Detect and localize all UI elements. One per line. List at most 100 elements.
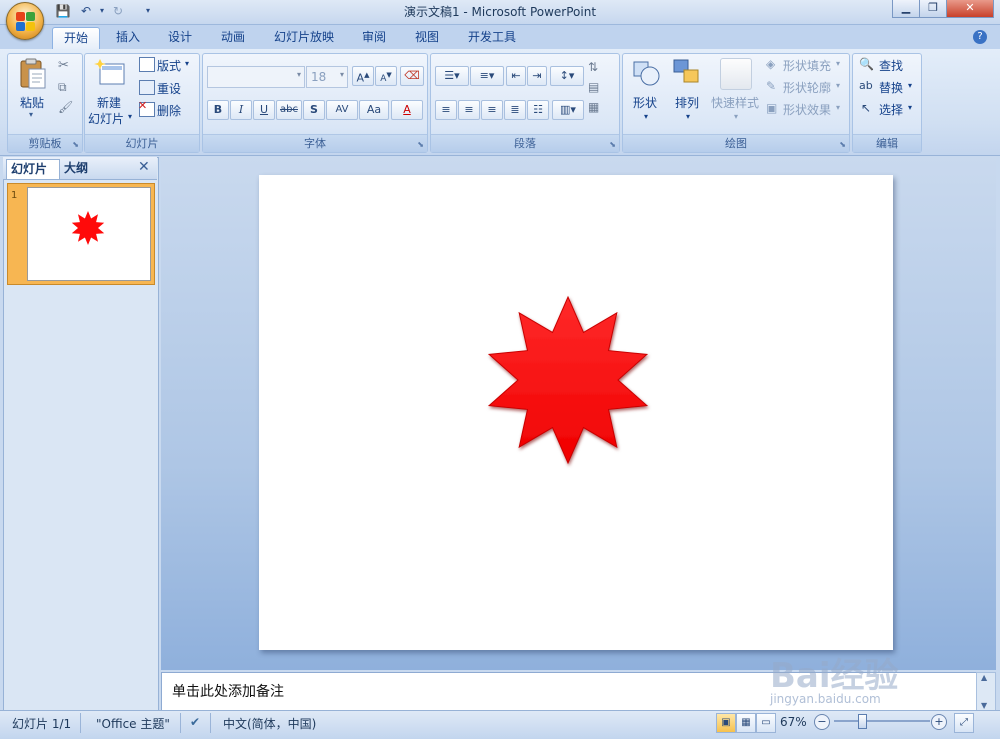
delete-slide-icon[interactable]: ✕ [138,99,155,117]
tab-developer[interactable]: 开发工具 [460,27,524,48]
shapes-button[interactable]: 形状 [633,94,657,111]
copy-icon[interactable]: ⧉ [58,80,67,95]
tab-insert[interactable]: 插入 [108,27,148,48]
layout-dropdown-icon[interactable]: ▾ [185,59,189,68]
replace-button[interactable]: 替换 [879,79,903,96]
ten-point-star-shape[interactable] [487,295,649,465]
new-slide-dropdown-icon[interactable]: ▾ [128,112,132,121]
font-color-button[interactable]: A [391,100,423,120]
numbering-icon[interactable]: ≡▾ [470,66,504,86]
customize-qat-icon[interactable]: ▾ [140,3,156,19]
columns-icon[interactable]: ▥▾ [552,100,584,120]
font-size-dropdown-icon[interactable]: ▾ [340,70,344,79]
fit-to-window-icon[interactable]: ⤢ [954,713,974,733]
grow-font-button[interactable]: A▲ [352,66,374,86]
language-indicator[interactable]: 中文(简体，中国) [223,715,316,732]
shape-fill-icon[interactable]: ◈ [766,57,775,71]
shape-fill-button[interactable]: 形状填充 [783,57,831,74]
delete-button[interactable]: 删除 [157,102,181,119]
zoom-in-icon[interactable]: + [931,714,947,730]
shape-fill-dropdown-icon[interactable]: ▾ [836,59,840,68]
shapes-icon[interactable] [632,58,662,88]
shape-effects-button[interactable]: 形状效果 [783,101,831,118]
quick-styles-dropdown-icon[interactable]: ▾ [734,112,738,121]
text-direction-icon[interactable]: ⇅ [588,60,598,74]
undo-icon[interactable]: ↶ [78,3,94,19]
tab-view[interactable]: 视图 [407,27,447,48]
find-icon[interactable]: 🔍 [859,57,874,71]
clear-format-icon[interactable]: ⌫ [400,66,424,86]
layout-button[interactable]: 版式 [157,57,181,74]
bold-button[interactable]: B [207,100,229,120]
notes-placeholder[interactable]: 单击此处添加备注 [172,681,284,701]
format-painter-icon[interactable]: 🖌 [58,100,73,114]
new-slide-label-2[interactable]: 幻灯片 [88,110,124,127]
dialog-launcher-icon[interactable]: ⬊ [417,140,424,149]
office-button[interactable] [6,2,44,40]
dialog-launcher-icon[interactable]: ⬊ [72,140,79,149]
shape-outline-icon[interactable]: ✎ [766,79,776,93]
select-button[interactable]: 选择 [879,101,903,118]
align-left-icon[interactable]: ≡ [435,100,457,120]
change-case-button[interactable]: Aa [359,100,389,120]
underline-button[interactable]: U [253,100,275,120]
distributed-icon[interactable]: ☷ [527,100,549,120]
close-pane-icon[interactable]: ✕ [138,159,150,175]
tab-animation[interactable]: 动画 [213,27,253,48]
arrange-button[interactable]: 排列 [675,94,699,111]
tab-review[interactable]: 审阅 [354,27,394,48]
char-spacing-button[interactable]: AV [326,100,358,120]
redo-icon[interactable]: ↻ [110,3,126,19]
slide-sorter-icon[interactable]: ▦ [736,713,756,733]
slideshow-view-icon[interactable]: ▭ [756,713,776,733]
help-icon[interactable]: ? [973,30,987,44]
arrange-icon[interactable] [672,58,702,88]
font-size-combo[interactable]: 18 ▾ [306,66,348,88]
minimize-button[interactable]: ▁ [892,0,920,18]
tab-slideshow[interactable]: 幻灯片放映 [268,27,340,48]
shapes-dropdown-icon[interactable]: ▾ [644,112,648,121]
replace-icon[interactable]: ab [859,79,873,92]
strikethrough-button[interactable]: abc [276,100,302,120]
shape-outline-dropdown-icon[interactable]: ▾ [836,81,840,90]
zoom-slider-thumb[interactable] [858,714,867,729]
tab-home[interactable]: 开始 [52,27,100,49]
smartart-icon[interactable]: ▦ [588,100,599,114]
justify-icon[interactable]: ≣ [504,100,526,120]
shape-outline-button[interactable]: 形状轮廓 [783,79,831,96]
shadow-button[interactable]: S [303,100,325,120]
arrange-dropdown-icon[interactable]: ▾ [686,112,690,121]
paste-dropdown-icon[interactable]: ▾ [29,110,33,119]
spell-check-icon[interactable]: ✔ [190,715,200,729]
line-spacing-icon[interactable]: ↕▾ [550,66,584,86]
font-name-combo[interactable]: ▾ [207,66,305,88]
select-icon[interactable]: ↖ [861,101,871,115]
replace-dropdown-icon[interactable]: ▾ [908,81,912,90]
save-icon[interactable]: 💾 [55,3,71,19]
quick-styles-button[interactable]: 快速样式 [711,94,759,111]
align-center-icon[interactable]: ≡ [458,100,480,120]
zoom-out-icon[interactable]: − [814,714,830,730]
shrink-font-button[interactable]: A▼ [375,66,397,86]
reset-icon[interactable] [139,80,155,95]
zoom-level[interactable]: 67% [780,715,807,729]
new-slide-label-1[interactable]: 新建 [97,94,121,111]
dialog-launcher-icon[interactable]: ⬊ [609,140,616,149]
zoom-slider-track[interactable] [834,720,930,722]
font-name-dropdown-icon[interactable]: ▾ [297,70,301,79]
shape-effects-dropdown-icon[interactable]: ▾ [836,103,840,112]
shape-effects-icon[interactable]: ▣ [766,101,777,115]
paste-button[interactable]: 粘贴 [20,94,44,111]
align-text-icon[interactable]: ▤ [588,80,599,94]
decrease-indent-icon[interactable]: ⇤ [506,66,526,86]
find-button[interactable]: 查找 [879,57,903,74]
normal-view-icon[interactable]: ▣ [716,713,736,733]
bullets-icon[interactable]: ☰▾ [435,66,469,86]
italic-button[interactable]: I [230,100,252,120]
slide-thumbnail[interactable] [27,187,151,281]
reset-button[interactable]: 重设 [157,80,181,97]
new-slide-icon[interactable] [94,58,126,88]
undo-dropdown-icon[interactable]: ▾ [94,3,110,19]
select-dropdown-icon[interactable]: ▾ [908,103,912,112]
cut-icon[interactable]: ✂ [58,58,69,73]
